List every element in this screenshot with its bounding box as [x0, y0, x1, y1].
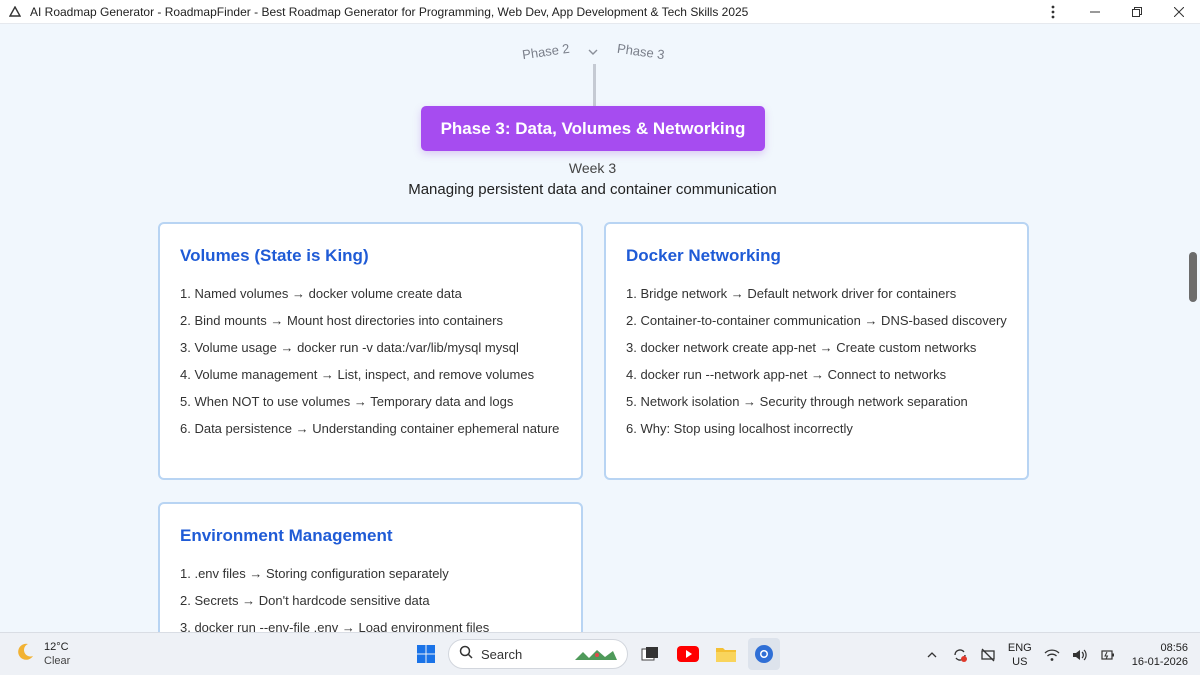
task-view-icon[interactable]	[634, 638, 666, 670]
browser-icon[interactable]	[748, 638, 780, 670]
list-item: 5. Network isolation → Security through …	[626, 394, 968, 409]
no-network-icon[interactable]	[974, 641, 1002, 669]
clock-time: 08:56	[1160, 641, 1188, 654]
card-title: Docker Networking	[626, 246, 781, 265]
weather-temp: 12°C	[44, 641, 69, 653]
more-options-icon[interactable]	[1032, 0, 1074, 24]
list-item: 6. Why: Stop using localhost incorrectly	[626, 421, 853, 436]
list-item: 3. docker network create app-net → Creat…	[626, 340, 977, 355]
chevron-up-icon[interactable]	[918, 641, 946, 669]
minimize-icon[interactable]	[1074, 0, 1116, 24]
card-item-list: 1. Bridge network → Default network driv…	[626, 284, 1007, 438]
weather-desc: Clear	[44, 655, 71, 667]
list-item: 1. .env files → Storing configuration se…	[180, 566, 449, 581]
youtube-icon[interactable]	[672, 638, 704, 670]
card-item-list: 1. .env files → Storing configuration se…	[180, 564, 561, 632]
weather-widget[interactable]: 12°C Clear	[14, 640, 70, 668]
phase-subtitle: Managing persistent data and container c…	[408, 181, 777, 198]
list-item: 1. Named volumes → docker volume create …	[180, 286, 462, 301]
topic-card-volumes: Volumes (State is King) 1. Named volumes…	[158, 222, 583, 480]
card-title: Volumes (State is King)	[180, 246, 369, 265]
search-label: Search	[481, 646, 523, 662]
timeline-connector	[593, 64, 596, 106]
language-region: US	[1012, 655, 1028, 668]
phase-week: Week 3	[568, 160, 617, 176]
search-highlight-icon	[573, 646, 619, 664]
sync-icon[interactable]	[946, 641, 974, 669]
phase-next-link[interactable]: Phase 3	[616, 41, 665, 62]
wifi-icon[interactable]	[1038, 641, 1066, 669]
window-title-bar: AI Roadmap Generator - RoadmapFinder - B…	[0, 0, 1200, 24]
list-item: 5. When NOT to use volumes → Temporary d…	[180, 394, 514, 409]
search-icon	[459, 645, 473, 664]
scrollbar-track[interactable]	[1185, 24, 1200, 632]
moon-icon	[14, 641, 36, 668]
phase-prev-link[interactable]: Phase 2	[521, 41, 570, 62]
list-item: 4. Volume management → List, inspect, an…	[180, 367, 535, 382]
language-indicator[interactable]: ENG US	[1008, 641, 1032, 669]
list-item: 1. Bridge network → Default network driv…	[626, 286, 957, 301]
card-title: Environment Management	[180, 526, 393, 545]
topic-card-networking: Docker Networking 1. Bridge network → De…	[604, 222, 1029, 480]
page-content: Phase 2 Phase 3 Phase 3: Data, Volumes &…	[0, 24, 1185, 632]
list-item: 4. docker run --network app-net → Connec…	[626, 367, 947, 382]
language-code: ENG	[1007, 641, 1032, 654]
list-item: 2. Secrets → Don't hardcode sensitive da…	[180, 593, 430, 608]
list-item: 3. docker run --env-file .env → Load env…	[180, 620, 490, 632]
volume-icon[interactable]	[1066, 641, 1094, 669]
taskbar-search[interactable]: Search	[448, 639, 628, 669]
topic-card-environment: Environment Management 1. .env files → S…	[158, 502, 583, 632]
taskbar: 12°C Clear Search ENG US 08:56 16-01-202…	[0, 632, 1200, 675]
list-item: 2. Bind mounts → Mount host directories …	[180, 313, 503, 328]
battery-icon[interactable]	[1094, 641, 1122, 669]
file-explorer-icon[interactable]	[710, 638, 742, 670]
phase-title-button[interactable]: Phase 3: Data, Volumes & Networking	[421, 106, 765, 151]
clock-date: 16-01-2026	[1131, 655, 1188, 668]
list-item: 3. Volume usage → docker run -v data:/va…	[180, 340, 519, 355]
list-item: 6. Data persistence → Understanding cont…	[180, 421, 560, 436]
system-clock[interactable]: 08:56 16-01-2026	[1132, 641, 1188, 669]
window-title: AI Roadmap Generator - RoadmapFinder - B…	[30, 4, 749, 19]
close-icon[interactable]	[1158, 0, 1200, 24]
chevron-down-icon[interactable]	[586, 46, 600, 58]
card-item-list: 1. Named volumes → docker volume create …	[180, 284, 561, 438]
app-icon	[8, 5, 22, 19]
list-item: 2. Container-to-container communication …	[626, 313, 1007, 328]
scrollbar-thumb[interactable]	[1189, 252, 1197, 302]
windows-start-icon[interactable]	[410, 638, 442, 670]
restore-icon[interactable]	[1116, 0, 1158, 24]
